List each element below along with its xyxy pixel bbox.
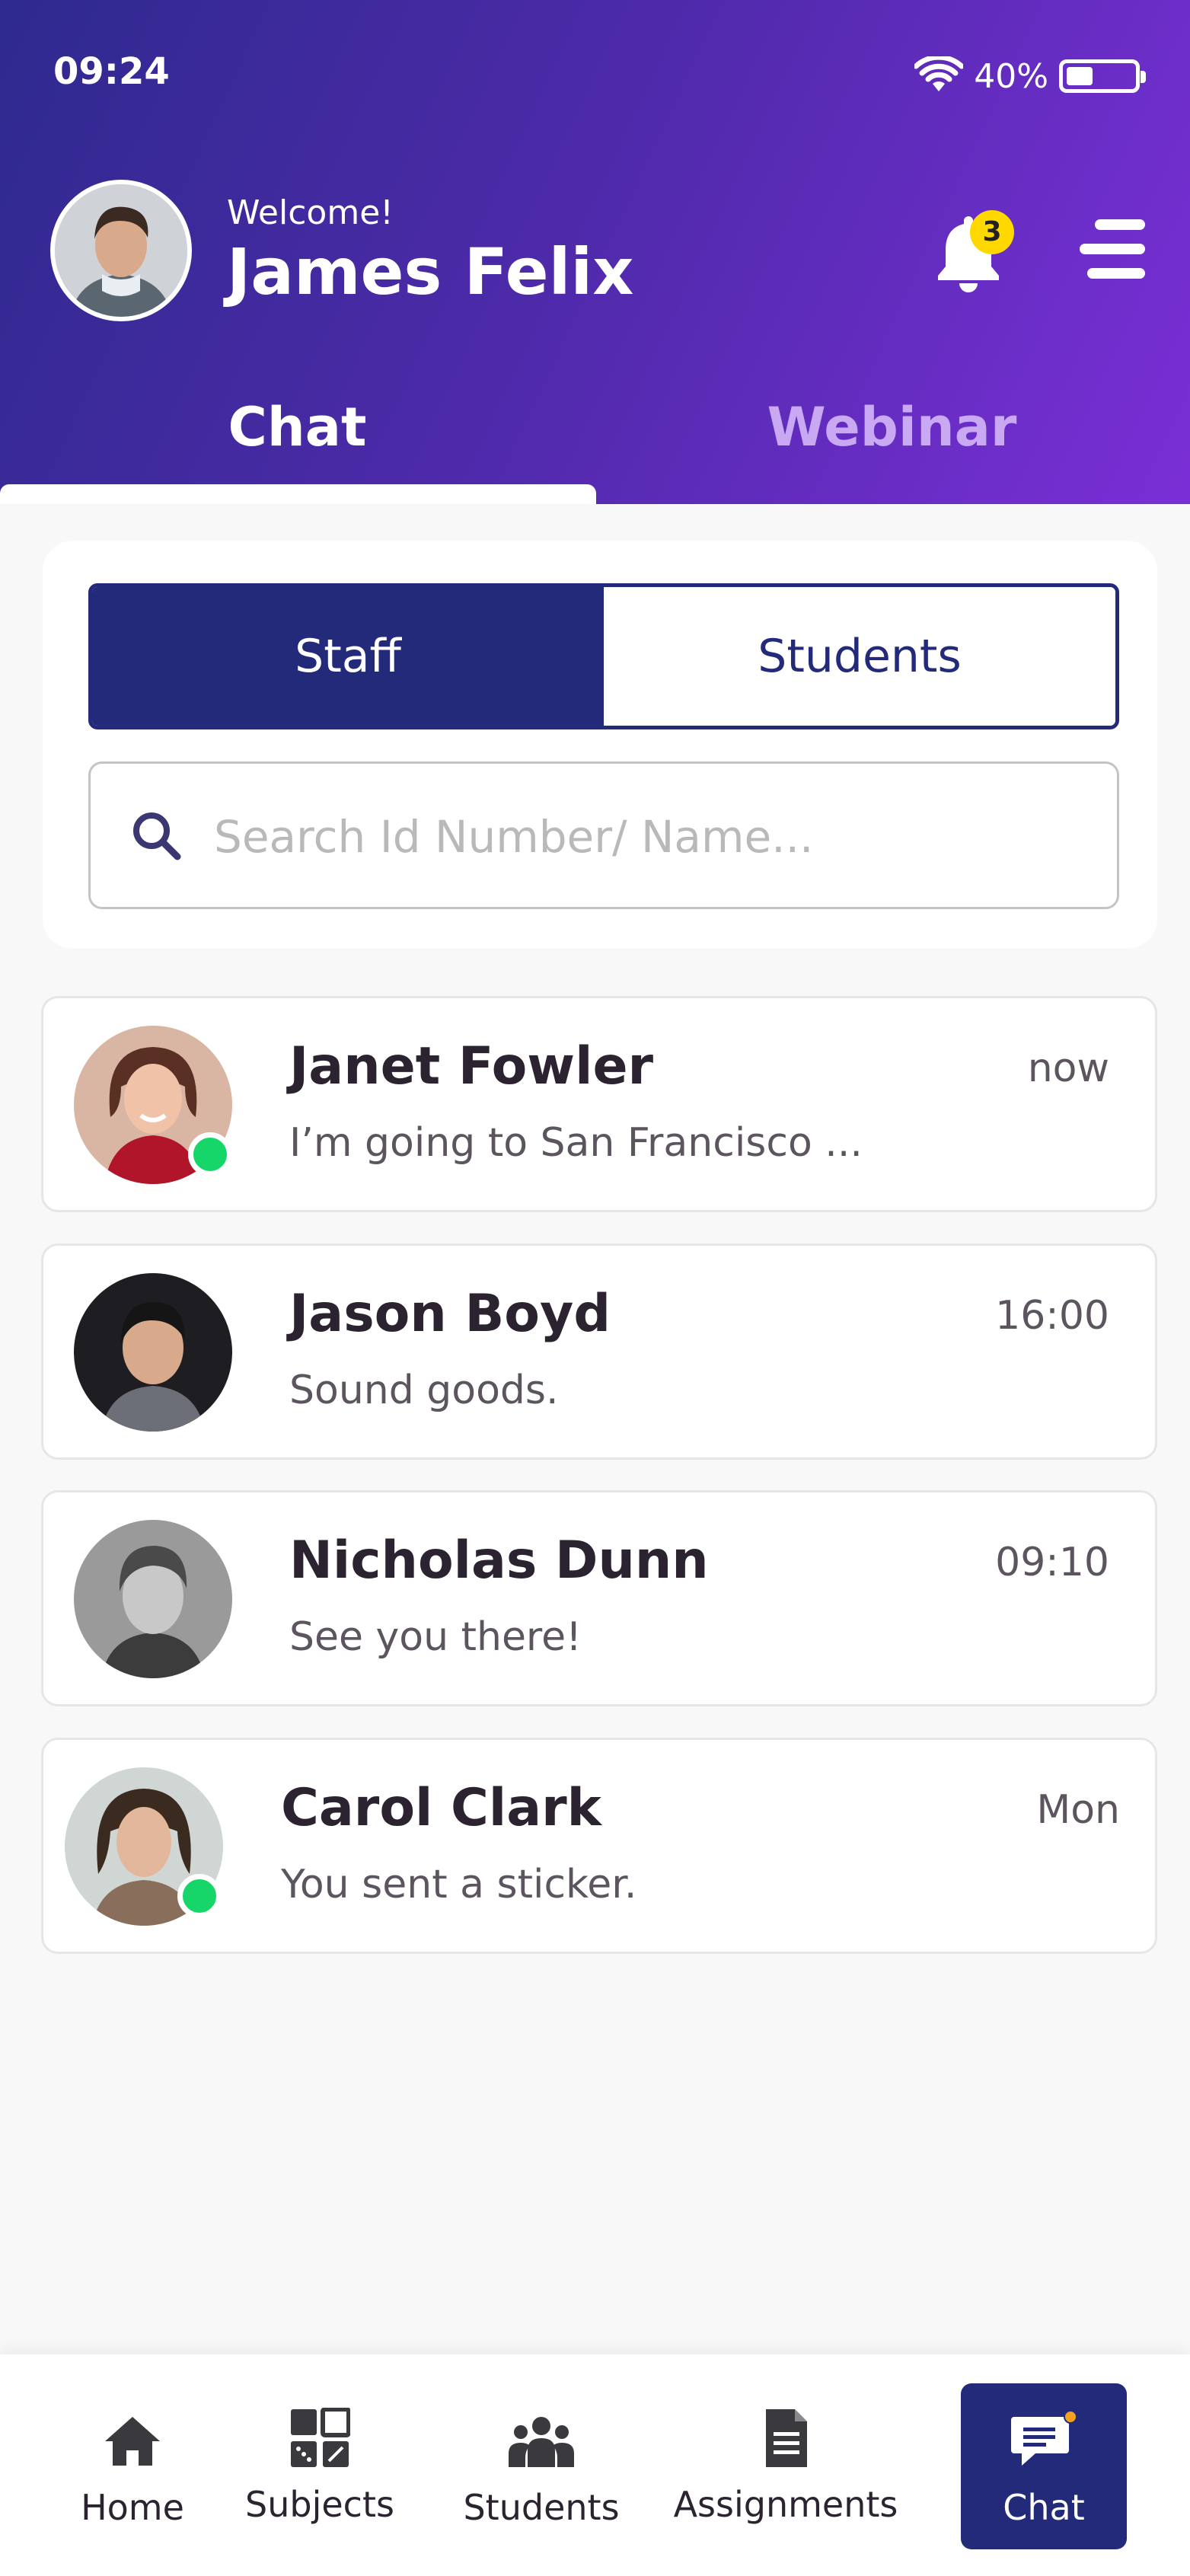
contact-name: Jason Boyd: [289, 1284, 611, 1344]
nav-home[interactable]: Home: [56, 2354, 209, 2576]
message-time: now: [1027, 1045, 1109, 1091]
tab-chat[interactable]: Chat: [0, 396, 595, 458]
search-input[interactable]: [212, 794, 1083, 879]
status-time: 09:24: [53, 50, 170, 93]
segment-staff-button[interactable]: Staff: [92, 587, 604, 726]
filter-card: Staff Students: [43, 541, 1157, 949]
wifi-icon: [914, 56, 964, 91]
chat-list-item[interactable]: Janet Fowler I’m going to San Francisco …: [41, 996, 1157, 1212]
message-preview: I’m going to San Francisco ...: [289, 1120, 863, 1166]
contact-name: Nicholas Dunn: [289, 1531, 709, 1591]
document-icon: [766, 2409, 807, 2467]
message-time: 16:00: [995, 1293, 1109, 1339]
active-tab-indicator: [0, 484, 596, 504]
nav-label: Chat: [1003, 2487, 1085, 2528]
contact-avatar: [74, 1273, 232, 1432]
staff-students-toggle: Staff Students: [88, 583, 1119, 729]
contact-name: Janet Fowler: [289, 1036, 654, 1096]
search-icon: [133, 812, 181, 860]
user-avatar[interactable]: [50, 180, 192, 321]
chat-list-item[interactable]: Jason Boyd Sound goods. 16:00: [41, 1243, 1157, 1460]
notification-badge: 3: [970, 210, 1014, 254]
battery-icon: [1059, 59, 1146, 93]
hamburger-menu-icon[interactable]: [1080, 219, 1145, 279]
grid-icon: [291, 2408, 350, 2467]
message-time: Mon: [1036, 1787, 1120, 1833]
chat-bubble-icon: [1011, 2411, 1077, 2466]
nav-subjects[interactable]: Subjects: [244, 2354, 396, 2576]
contact-avatar: [74, 1520, 232, 1678]
chat-list-item[interactable]: Carol Clark You sent a sticker. Mon: [41, 1738, 1157, 1954]
nav-chat[interactable]: Chat: [961, 2383, 1127, 2549]
bottom-navigation: Home Subjects Students Assignments Chat: [0, 2354, 1190, 2576]
nav-label: Home: [81, 2487, 184, 2528]
user-avatar-image: [55, 184, 187, 317]
nav-label: Assignments: [673, 2484, 898, 2525]
nav-assignments[interactable]: Assignments: [672, 2354, 900, 2576]
home-icon: [105, 2417, 160, 2466]
message-preview: Sound goods.: [289, 1368, 559, 1413]
group-icon: [509, 2417, 574, 2467]
nav-students[interactable]: Students: [463, 2354, 620, 2576]
app-header: 09:24 40% Welcome! James Felix 3 Chat We…: [0, 0, 1190, 504]
segment-students-button[interactable]: Students: [604, 587, 1115, 726]
search-box: [88, 761, 1119, 909]
message-preview: You sent a sticker.: [281, 1862, 637, 1907]
status-indicators: 40%: [914, 56, 1146, 96]
message-preview: See you there!: [289, 1614, 582, 1660]
battery-percent: 40%: [974, 56, 1048, 96]
nav-label: Subjects: [245, 2484, 394, 2525]
user-name: James Felix: [227, 235, 634, 309]
chat-list-item[interactable]: Nicholas Dunn See you there! 09:10: [41, 1490, 1157, 1706]
tab-webinar[interactable]: Webinar: [595, 396, 1189, 458]
message-time: 09:10: [995, 1540, 1109, 1585]
contact-name: Carol Clark: [281, 1778, 601, 1838]
welcome-text: Welcome!: [227, 193, 394, 232]
battery-level: [1067, 67, 1093, 85]
nav-label: Students: [463, 2487, 620, 2528]
online-status-dot: [177, 1874, 222, 1918]
online-status-dot: [188, 1132, 232, 1176]
